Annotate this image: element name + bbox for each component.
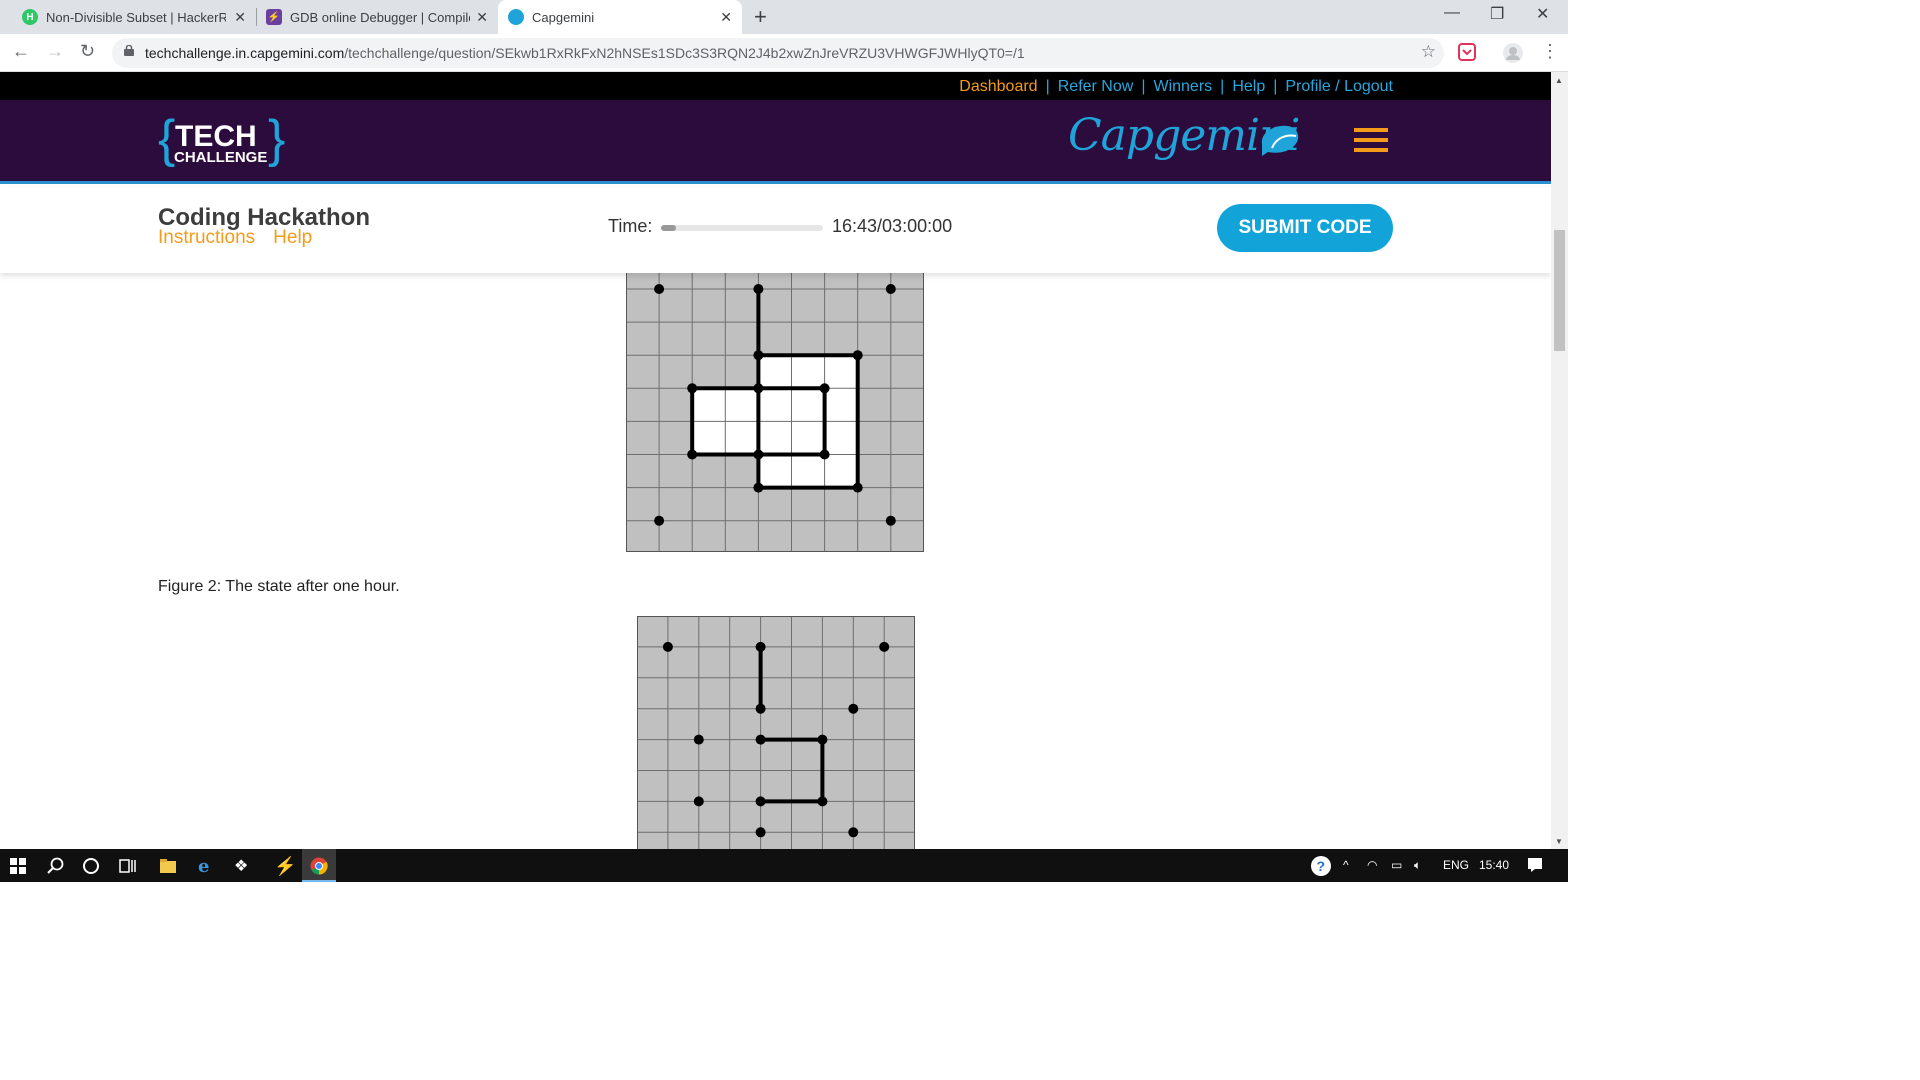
back-icon[interactable]: ← [12,41,30,62]
url-text: techchallenge.in.capgemini.com/techchall… [145,45,1025,61]
hackerrank-icon: H [22,9,38,25]
refer-now-link[interactable]: Refer Now [1058,78,1134,95]
battery-icon[interactable]: ▭ [1391,858,1402,872]
notifications-icon[interactable] [1527,857,1543,873]
volume-icon[interactable]: 🔈︎ [1414,858,1421,873]
close-tab-icon[interactable]: ✕ [476,9,488,26]
winners-link[interactable]: Winners [1153,78,1212,95]
menu-kebab-icon[interactable]: ⋮ [1541,41,1559,62]
tab-gdb[interactable]: ⚡ GDB online Debugger | Compiler ✕ [256,0,498,34]
chrome-taskbar-active[interactable] [302,849,336,882]
edge-icon[interactable]: e [198,856,209,877]
svg-text:CHALLENGE: CHALLENGE [174,149,267,166]
tab-title: Non-Divisible Subset | HackerRan [46,9,226,25]
instructions-link[interactable]: Instructions [158,227,255,248]
new-tab-button[interactable]: + [754,4,767,30]
hackathon-header: Coding Hackathon Instructions Help Time: … [0,187,1551,273]
language-indicator[interactable]: ENG [1443,858,1469,872]
windows-start-icon[interactable] [10,858,26,874]
tab-capgemini[interactable]: Capgemini ✕ [498,0,742,34]
chrome-icon [310,857,328,875]
search-icon[interactable] [47,857,65,875]
reload-icon[interactable]: ↻ [80,41,95,62]
cortana-icon[interactable] [82,857,100,875]
scroll-up-icon[interactable]: ▲ [1555,76,1563,85]
dropbox-icon[interactable]: ❖ [234,856,248,876]
windows-taskbar: e ❖ ⚡ ? ^ ◠ ▭ 🔈︎ ENG 15:40 [0,849,1568,882]
address-bar[interactable]: techchallenge.in.capgemini.com/techchall… [112,38,1444,68]
hamburger-menu-icon[interactable] [1354,128,1388,154]
help-link[interactable]: Help [1232,78,1265,95]
task-view-icon[interactable] [119,857,137,875]
page-content: Dashboard | Refer Now | Winners | Help | Profile… [0,72,1551,849]
bookmark-star-icon[interactable]: ☆ [1421,42,1436,62]
time-value: 16:43/03:00:00 [832,216,953,236]
submit-code-button[interactable]: SUBMIT CODE [1217,204,1393,252]
page-scrollbar[interactable]: ▲ ▼ [1551,72,1568,849]
hackathon-links: Instructions Help [158,227,330,249]
svg-text:?: ? [1317,858,1326,874]
close-tab-icon[interactable]: ✕ [720,9,732,26]
svg-text:}: } [268,112,285,168]
tab-title: GDB online Debugger | Compiler [290,9,470,25]
scroll-thumb[interactable] [1554,230,1565,351]
help-tray-icon[interactable]: ? [1310,855,1332,877]
svg-text:{: { [158,112,175,168]
scroll-down-icon[interactable]: ▼ [1555,837,1563,846]
tech-challenge-logo[interactable]: { } TECH CHALLENGE [158,112,286,172]
figure-1-grid [626,271,924,552]
file-explorer-icon[interactable] [159,857,177,875]
help-link[interactable]: Help [273,227,312,248]
clock[interactable]: 15:40 [1479,858,1509,872]
profile-logout-link[interactable]: Profile / Logout [1285,78,1393,95]
browser-tab-bar: H Non-Divisible Subset | HackerRan ✕ ⚡ G… [0,0,1568,34]
show-hidden-icons-icon[interactable]: ^ [1343,858,1349,872]
top-nav-strip: Dashboard | Refer Now | Winners | Help | Profile… [0,72,1551,100]
forward-icon[interactable]: → [46,41,64,62]
time-label: Time: [608,216,653,236]
top-links: Dashboard | Refer Now | Winners | Help | Profile… [959,78,1393,95]
time-progress-bar [661,225,823,231]
visual-studio-code-icon[interactable]: ⚡ [274,856,296,877]
dashboard-link[interactable]: Dashboard [959,78,1037,95]
figure-2-grid [637,616,915,849]
minimize-icon[interactable]: — [1444,4,1460,22]
lock-icon [124,45,134,56]
pocket-extension-icon[interactable] [1458,43,1476,61]
close-window-icon[interactable]: ✕ [1536,4,1549,24]
close-tab-icon[interactable]: ✕ [234,9,246,26]
restore-icon[interactable]: ❐ [1490,4,1504,24]
browser-toolbar: ← → ↻ techchallenge.in.capgemini.com/tec… [0,34,1568,72]
figure-2-caption: Figure 2: The state after one hour. [158,578,400,595]
wifi-icon[interactable]: ◠ [1367,858,1377,872]
tab-hackerrank[interactable]: H Non-Divisible Subset | HackerRan ✕ [12,0,256,34]
capgemini-icon [508,9,524,25]
profile-avatar-icon[interactable] [1502,42,1524,64]
gdb-icon: ⚡ [266,9,282,25]
tab-title: Capgemini [532,9,595,25]
site-banner: { } TECH CHALLENGE Capgemini [0,100,1551,184]
capgemini-spade-icon [1261,125,1299,156]
